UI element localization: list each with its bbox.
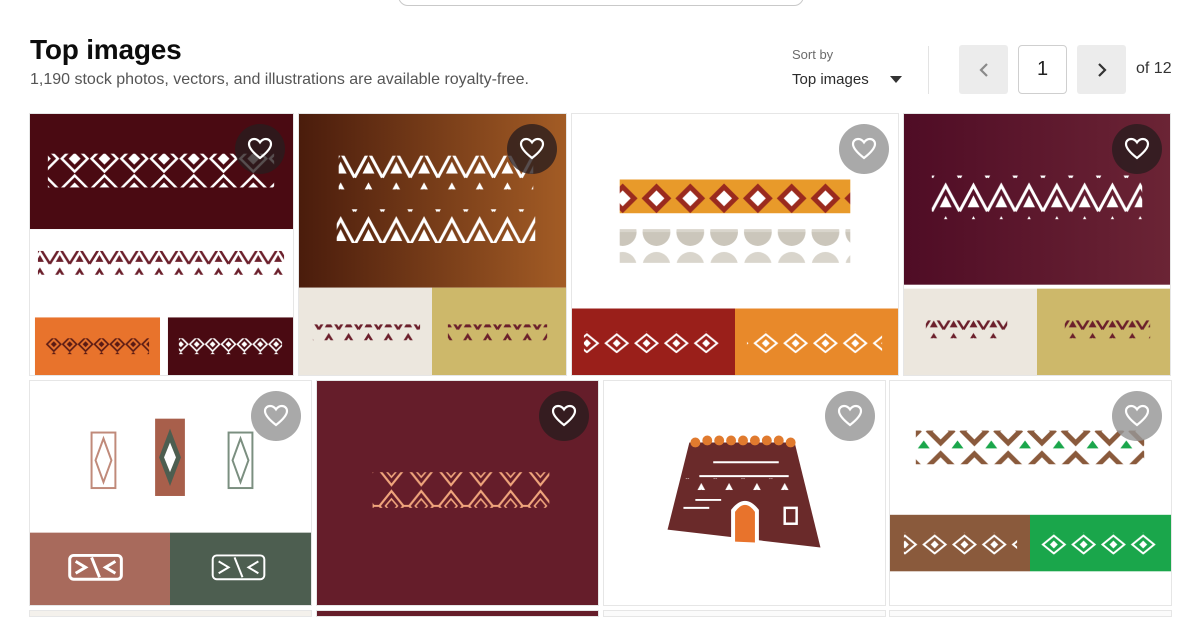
result-image-tile[interactable] [603, 610, 886, 617]
page-title: Top images [30, 34, 182, 65]
sort-dropdown[interactable]: Top images [792, 66, 908, 92]
favorite-button[interactable] [825, 391, 875, 441]
favorite-button[interactable] [539, 391, 589, 441]
heart-icon [851, 137, 877, 160]
favorite-button[interactable] [251, 391, 301, 441]
result-image-tile[interactable] [603, 380, 886, 606]
favorite-button[interactable] [1112, 391, 1162, 441]
result-image-tile[interactable] [889, 380, 1172, 606]
caret-down-icon [890, 75, 902, 83]
result-image-tile[interactable] [903, 113, 1171, 376]
favorite-button[interactable] [507, 124, 557, 174]
page-total-label: of 12 [1136, 60, 1172, 77]
result-image-tile[interactable] [571, 113, 899, 376]
heart-icon [551, 404, 577, 427]
search-bar-edge[interactable] [398, 0, 804, 6]
heart-icon [263, 404, 289, 427]
result-image-tile[interactable] [29, 610, 312, 617]
result-image-tile[interactable] [298, 113, 567, 376]
sort-by-label: Sort by [792, 47, 834, 62]
result-image-tile[interactable] [316, 610, 599, 617]
next-page-button[interactable] [1077, 45, 1126, 94]
heart-icon [1124, 404, 1150, 427]
chevron-left-icon [978, 62, 988, 77]
page-number-input[interactable] [1018, 45, 1067, 94]
favorite-button[interactable] [235, 124, 285, 174]
result-image-tile[interactable] [316, 380, 599, 606]
result-image-tile[interactable] [29, 380, 312, 606]
favorite-button[interactable] [1112, 124, 1162, 174]
sort-selected-value: Top images [792, 70, 869, 88]
chevron-right-icon [1097, 62, 1107, 77]
heart-icon [519, 137, 545, 160]
result-image-tile[interactable] [889, 610, 1172, 617]
heart-icon [247, 137, 273, 160]
previous-page-button[interactable] [959, 45, 1008, 94]
toolbar-divider [928, 46, 929, 94]
heart-icon [1124, 137, 1150, 160]
result-image-tile[interactable] [29, 113, 294, 376]
heart-icon [837, 404, 863, 427]
favorite-button[interactable] [839, 124, 889, 174]
result-count-text: 1,190 stock photos, vectors, and illustr… [30, 71, 529, 88]
